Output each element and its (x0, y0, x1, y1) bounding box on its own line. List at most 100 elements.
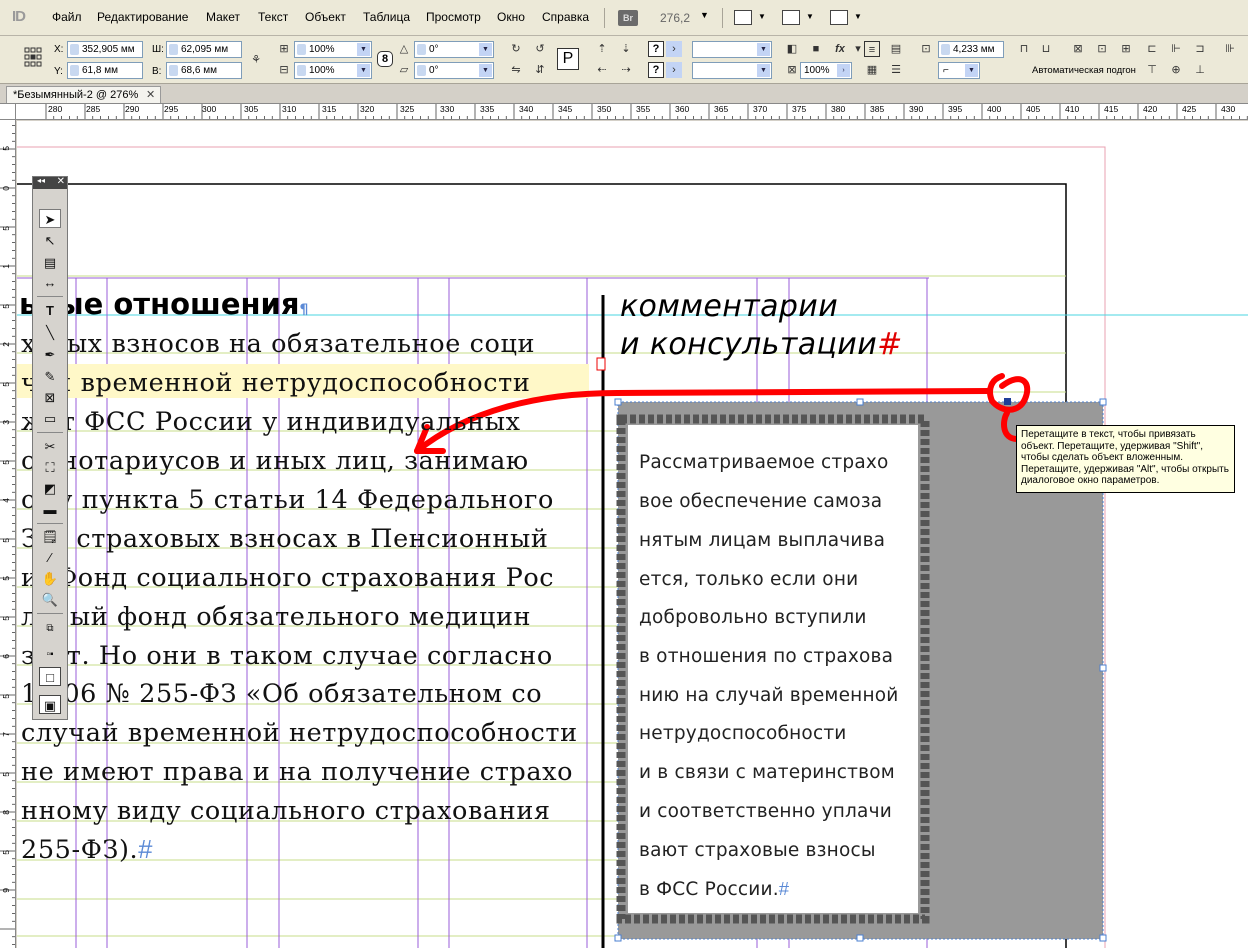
body-line[interactable]: зует. Но они в таком случае согласно (21, 641, 553, 671)
menu-help[interactable]: Справка (542, 10, 589, 24)
gradient-tool-icon[interactable]: ◩ (39, 479, 61, 498)
menu-view[interactable]: Просмотр (426, 10, 481, 24)
stroke-type-dropdown[interactable]: ▼ (692, 62, 772, 79)
page-tool-icon[interactable]: ▤ (39, 253, 61, 272)
comments-title-line-1[interactable]: комментарии (620, 289, 838, 324)
close-icon[interactable]: ✕ (57, 176, 65, 187)
hand-tool-icon[interactable]: ✋ (39, 569, 61, 588)
box-text-line[interactable]: добровольно вступили (639, 607, 867, 628)
rectangle-frame-tool-icon[interactable]: ⊠ (39, 388, 61, 407)
select-container-icon[interactable]: ⇡ (594, 41, 610, 57)
center-content-icon[interactable]: ⊞ (1118, 41, 1134, 57)
gap-tool-icon[interactable]: ↔ (39, 273, 61, 292)
align-bottom-icon[interactable]: ⊥ (1192, 62, 1208, 78)
fill-stroke-icon[interactable]: ⧉ (39, 619, 61, 638)
text-wrap-none-icon[interactable]: ≡ (864, 41, 880, 57)
chevron-right-icon[interactable]: › (666, 62, 682, 78)
box-text-line[interactable]: ется, только если они (639, 569, 858, 590)
body-line[interactable]: нному виду социального страхования (21, 796, 551, 826)
fill-frame-icon[interactable]: ⊡ (1094, 41, 1110, 57)
height-field[interactable]: 68,6 мм (166, 62, 242, 79)
box-text-line[interactable]: в отношения по страхова (639, 646, 893, 667)
body-line[interactable]: 12.06 № 255-ФЗ «Об обязательном со (21, 679, 542, 709)
body-line[interactable]: и, Фонд социального страхования Рос (21, 563, 554, 593)
fit-frame-icon[interactable]: ⊔ (1038, 41, 1054, 57)
shadow-icon[interactable]: ■ (808, 41, 824, 57)
body-line[interactable]: 255-ФЗ).# (21, 835, 153, 865)
body-line[interactable]: З О страховых взносах в Пенсионный (21, 524, 548, 554)
tools-panel-header[interactable]: ◂◂ ✕ (33, 176, 67, 189)
body-line[interactable]: жет ФСС России у индивидуальных (21, 407, 521, 437)
box-text-line[interactable]: Рассматриваемое страхо (639, 452, 889, 473)
chevron-down-icon[interactable]: ▼ (758, 12, 766, 21)
rotate-ccw-icon[interactable]: ↺ (532, 41, 548, 57)
align-middle-icon[interactable]: ⊕ (1168, 62, 1184, 78)
body-line[interactable]: не имеют права и на получение страхо (21, 757, 573, 787)
arrange-documents-icon[interactable] (830, 10, 848, 25)
menu-edit[interactable]: Редактирование (97, 10, 188, 24)
formatting-container-icon[interactable]: ▫▪ (39, 645, 61, 664)
collapse-icon[interactable]: ◂◂ (37, 176, 45, 185)
box-text-line[interactable]: нятым лицам выплачива (639, 530, 885, 551)
body-line[interactable]: льный фонд обязательного медицин (21, 602, 531, 632)
link-icon[interactable]: 8 (377, 51, 393, 67)
shear-field[interactable]: 0° ▼ (414, 62, 494, 79)
x-field[interactable]: 352,905 мм (67, 41, 143, 58)
direct-selection-tool-icon[interactable]: ↖ (39, 231, 61, 250)
close-icon[interactable]: ✕ (146, 87, 155, 103)
select-next-icon[interactable]: ⇢ (618, 62, 634, 78)
paragraph-icon[interactable]: P (557, 48, 579, 70)
rotate-cw-icon[interactable]: ↻ (508, 41, 524, 57)
screen-mode-icon[interactable] (782, 10, 800, 25)
chevron-down-icon[interactable]: ▼ (854, 12, 862, 21)
menu-layout[interactable]: Макет (206, 10, 240, 24)
stroke-icon[interactable]: ? (648, 62, 664, 78)
body-line[interactable]: чай временной нетрудоспособности (21, 368, 530, 398)
preview-mode-icon[interactable]: ▣ (39, 695, 61, 714)
select-content-icon[interactable]: ⇣ (618, 41, 634, 57)
body-line[interactable]: ов нотариусов и иных лиц, занимаю (21, 446, 529, 476)
text-wrap-jump-icon[interactable]: ☰ (888, 62, 904, 78)
select-previous-icon[interactable]: ⇠ (594, 62, 610, 78)
scale-x-field[interactable]: 100% ▼ (294, 41, 372, 58)
ruler-origin[interactable] (0, 104, 16, 120)
box-text-line[interactable]: в ФСС России.# (639, 878, 789, 900)
text-wrap-bbox-icon[interactable]: ▤ (888, 41, 904, 57)
drop-shadow-icon[interactable]: ◧ (784, 41, 800, 57)
flip-horizontal-icon[interactable]: ⇋ (508, 62, 524, 78)
body-line[interactable]: ховых взносов на обязательное соци (21, 329, 535, 359)
tab-document[interactable]: *Безымянный-2 @ 276% ✕ (6, 86, 162, 103)
zoom-dropdown-icon[interactable]: ▼ (700, 10, 709, 20)
pencil-tool-icon[interactable]: ✎ (39, 367, 61, 386)
align-center-icon[interactable]: ⊩ (1168, 41, 1184, 57)
fit-proportionally-icon[interactable]: ⊠ (1070, 41, 1086, 57)
menu-window[interactable]: Окно (497, 10, 525, 24)
constrain-proportions-icon[interactable]: ⚘ (248, 52, 264, 68)
menu-file[interactable]: Файл (52, 10, 82, 24)
align-right-icon[interactable]: ⊐ (1192, 41, 1208, 57)
chevron-right-icon[interactable]: › (666, 41, 682, 57)
width-field[interactable]: 62,095 мм (166, 41, 242, 58)
opacity-field[interactable]: 100% › (800, 62, 852, 79)
type-tool-icon[interactable]: T (39, 301, 61, 320)
bridge-button[interactable]: Br (618, 10, 638, 26)
align-top-icon[interactable]: ⊤ (1144, 62, 1160, 78)
selection-tool-icon[interactable]: ➤ (39, 209, 61, 228)
y-field[interactable]: 61,8 мм (67, 62, 143, 79)
normal-mode-icon[interactable]: □ (39, 667, 61, 686)
fill-icon[interactable]: ? (648, 41, 664, 57)
menu-object[interactable]: Объект (305, 10, 346, 24)
chevron-down-icon[interactable]: ▼ (806, 12, 814, 21)
corner-options-dropdown[interactable]: ⌐ ▼ (938, 62, 980, 79)
pen-tool-icon[interactable]: ✒ (39, 345, 61, 364)
box-text-line[interactable]: и соответственно уплачи (639, 801, 892, 822)
gradient-feather-tool-icon[interactable]: ▬ (39, 500, 61, 519)
view-options-icon[interactable] (734, 10, 752, 25)
effects-icon[interactable]: fx (832, 41, 848, 57)
align-left-icon[interactable]: ⊏ (1144, 41, 1160, 57)
box-text-line[interactable]: нию на случай временной (639, 685, 899, 706)
scale-y-field[interactable]: 100% ▼ (294, 62, 372, 79)
box-text-line[interactable]: нетрудоспособности (639, 723, 847, 744)
rotate-field[interactable]: 0° ▼ (414, 41, 494, 58)
body-line[interactable]: случай временной нетрудоспособности (21, 718, 578, 748)
